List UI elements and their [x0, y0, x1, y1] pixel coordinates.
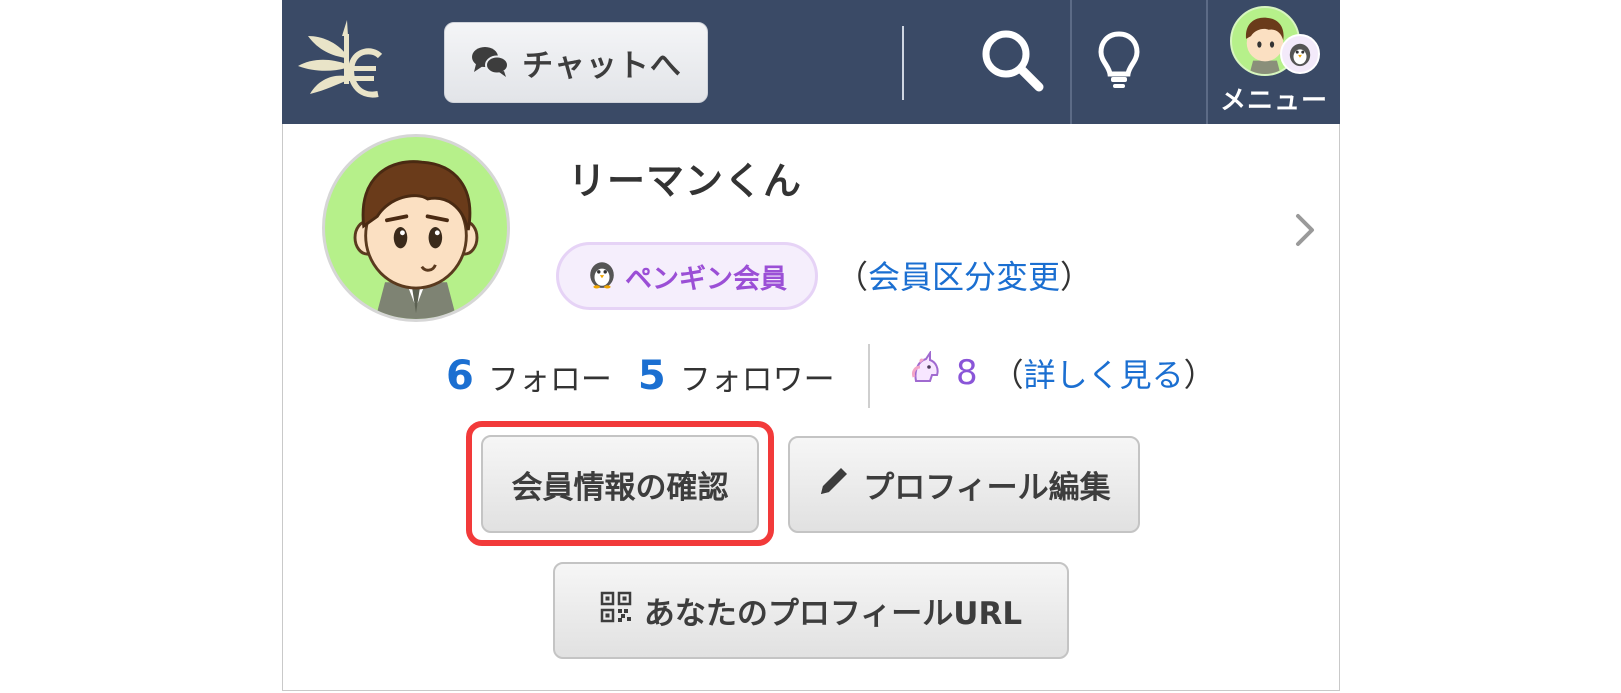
paren-close: ）	[1060, 258, 1093, 296]
follow-count[interactable]: 6	[446, 353, 474, 399]
edit-profile-button[interactable]: プロフィール編集	[788, 436, 1140, 533]
wheat-euro-logo-icon[interactable]	[292, 14, 392, 110]
penguin-icon	[587, 259, 617, 293]
edit-profile-button-label: プロフィール編集	[863, 470, 1111, 506]
member-status-badge[interactable]: ペンギン会員	[556, 242, 818, 310]
member-badge-label: ペンギン会員	[625, 263, 787, 295]
kudos-count: 8	[956, 353, 978, 393]
profile-url-button[interactable]: あなたのプロフィールURL	[553, 562, 1069, 659]
paren-close: ）	[1183, 356, 1216, 394]
search-icon	[979, 27, 1045, 97]
chat-bubbles-icon	[470, 44, 510, 82]
unicorn-icon	[908, 349, 944, 395]
details-link[interactable]: 詳しく見る	[1024, 350, 1184, 396]
follower-count[interactable]: 5	[638, 353, 666, 399]
chevron-right-icon[interactable]	[1290, 210, 1320, 250]
hint-button[interactable]	[1074, 14, 1164, 110]
lightbulb-icon	[1097, 30, 1141, 94]
search-button[interactable]	[962, 14, 1062, 110]
kudos-stats: 8 （詳しく見る）	[908, 349, 1216, 396]
follow-label[interactable]: フォロー	[488, 354, 612, 399]
nav-divider	[902, 26, 904, 100]
menu-label: メニュー	[1219, 86, 1328, 116]
top-navbar: チャットへ メニュー	[282, 0, 1340, 124]
username: リーマンくん	[568, 159, 803, 203]
member-info-button-label: 会員情報の確認	[511, 469, 729, 506]
menu-button[interactable]: メニュー	[1208, 0, 1340, 124]
qr-code-icon	[600, 591, 632, 631]
pencil-icon	[817, 464, 851, 506]
profile-avatar[interactable]	[322, 134, 510, 322]
follower-label[interactable]: フォロワー	[680, 354, 835, 399]
member-change-link[interactable]: 会員区分変更	[868, 258, 1060, 296]
profile-url-button-label: あなたのプロフィールURL	[643, 596, 1023, 632]
chat-button-label: チャットへ	[522, 48, 682, 84]
member-info-button[interactable]: 会員情報の確認	[481, 435, 759, 533]
stats-divider	[868, 344, 870, 408]
paren-open: （	[991, 356, 1024, 394]
paren-open: （	[836, 258, 869, 296]
nav-divider	[1070, 0, 1072, 124]
chat-button[interactable]: チャットへ	[444, 22, 708, 103]
member-change: （会員区分変更）	[836, 252, 1092, 298]
penguin-icon	[1280, 34, 1320, 74]
follow-stats: 6 フォロー 5 フォロワー	[446, 348, 835, 404]
